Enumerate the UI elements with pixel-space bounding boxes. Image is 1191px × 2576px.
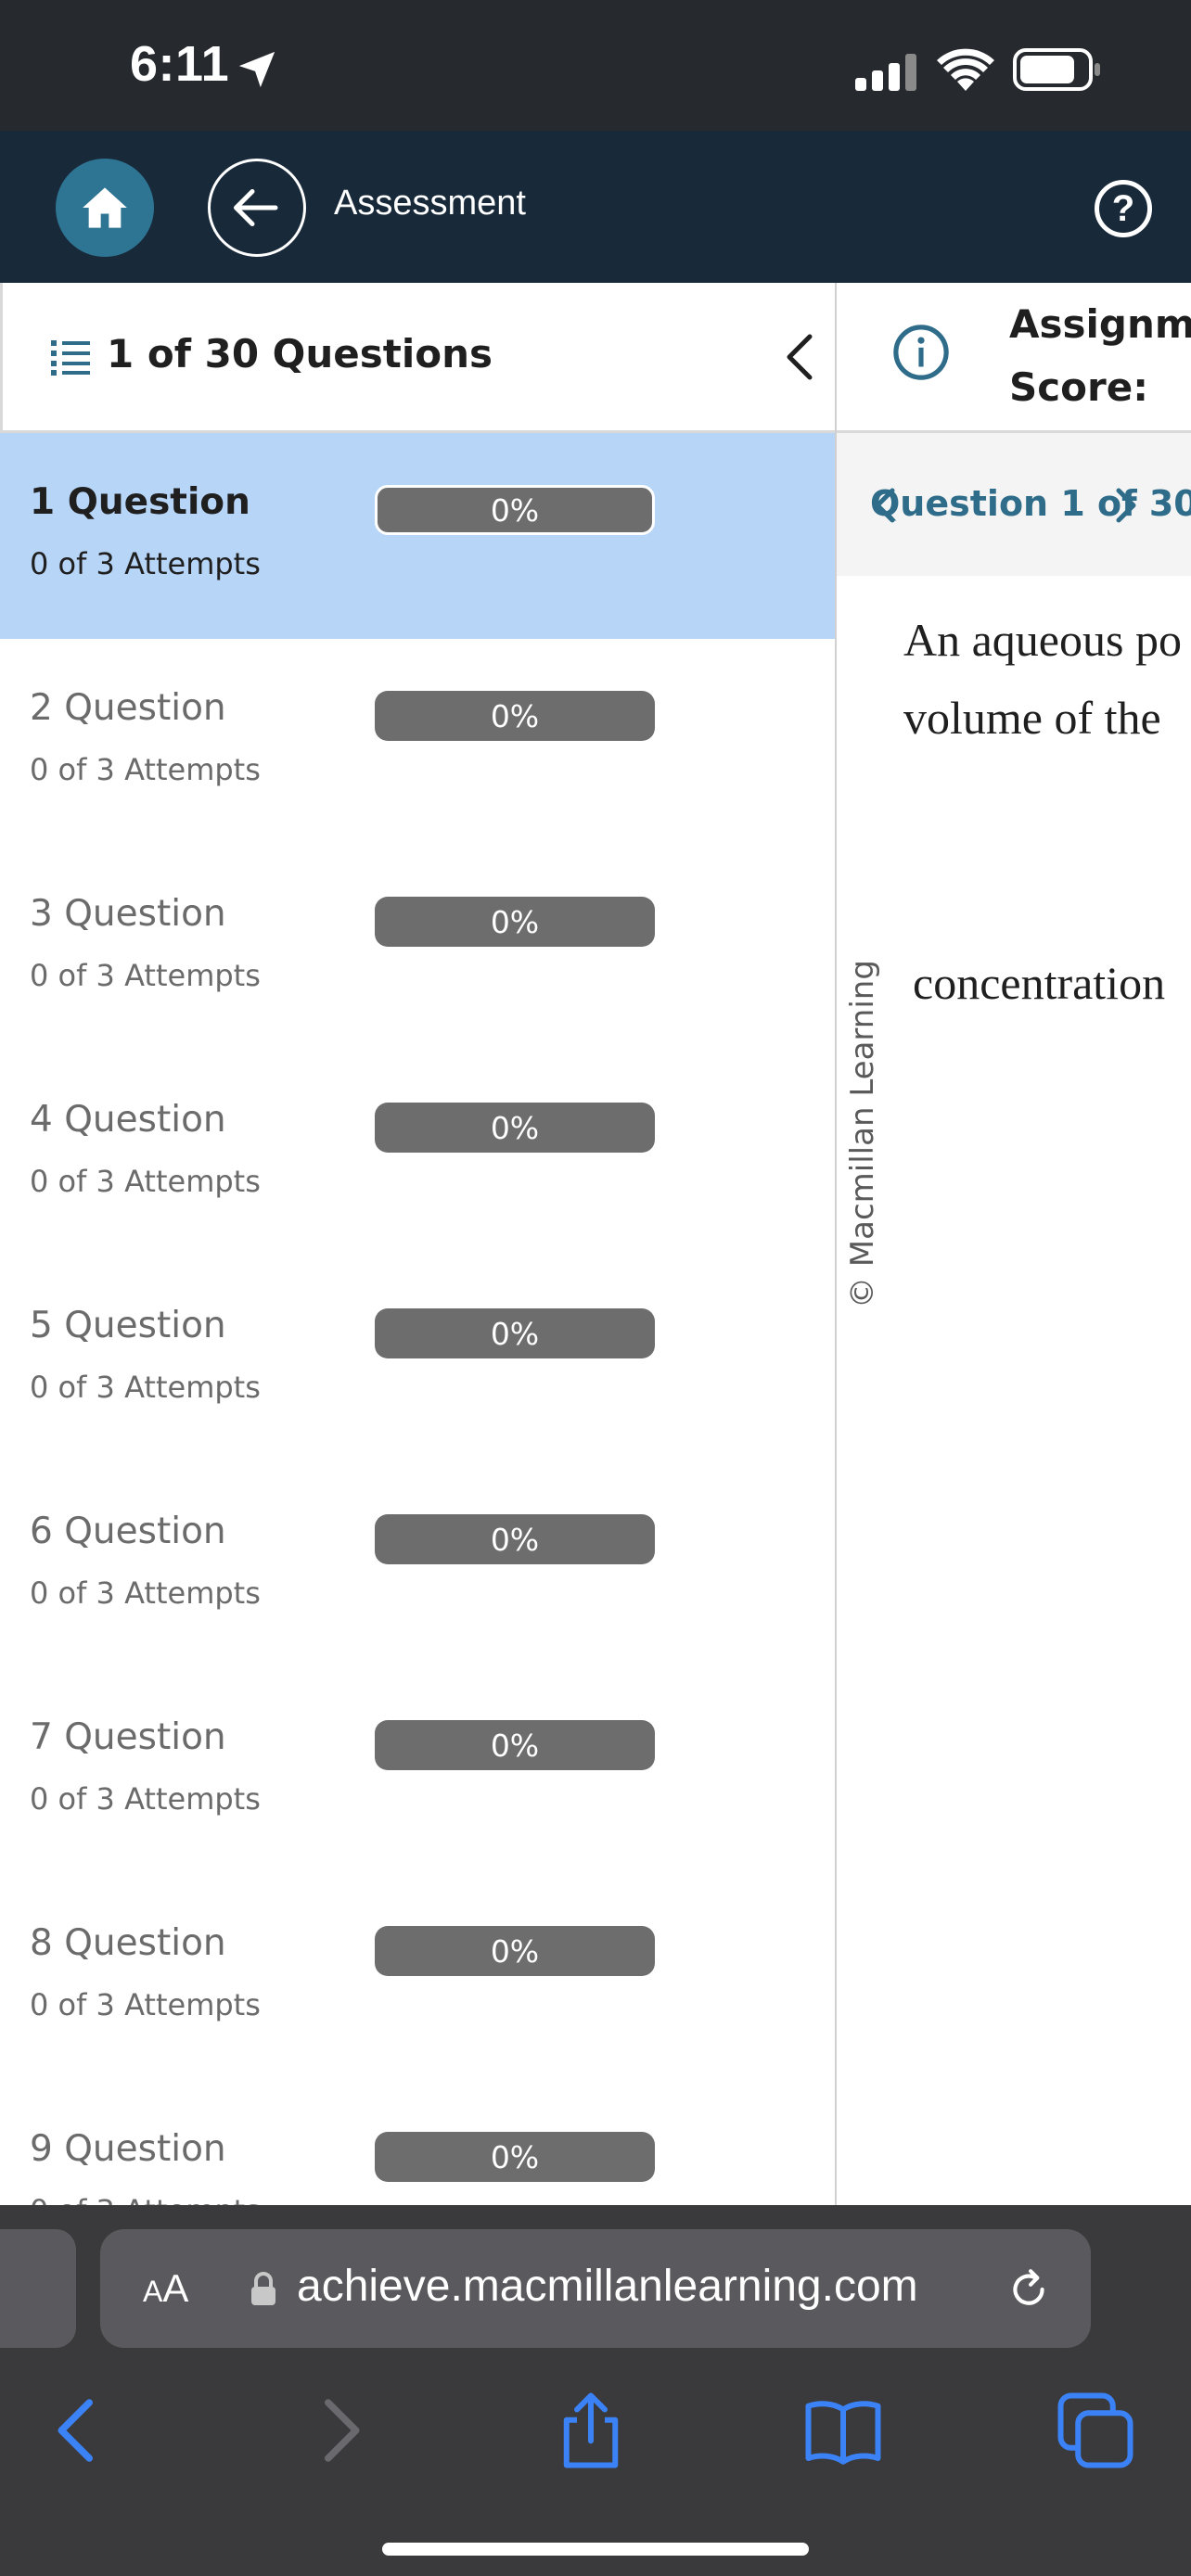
assignment-label: Assignme bbox=[1009, 301, 1191, 347]
reader-settings-button[interactable]: AA bbox=[143, 2266, 188, 2311]
progress-label: 0% bbox=[490, 491, 540, 529]
battery-icon bbox=[1013, 48, 1100, 91]
question-list-item[interactable]: 5 Question 0 of 3 Attempts 0% bbox=[0, 1256, 835, 1462]
browser-address-bar: AA achieve.macmillanlearning.com bbox=[0, 2205, 1191, 2363]
question-title: 2 Question bbox=[30, 687, 226, 729]
collapse-panel-button[interactable] bbox=[780, 331, 817, 383]
question-content-panel: Assignme Score: Question 1 of 30 © Macmi… bbox=[837, 283, 1191, 2205]
previous-tab-preview[interactable] bbox=[0, 2229, 76, 2348]
progress-label: 0% bbox=[490, 1315, 540, 1352]
location-arrow-icon bbox=[238, 51, 275, 88]
app-header: Assessment ? bbox=[0, 131, 1191, 283]
question-text-line: concentration bbox=[913, 957, 1166, 1009]
question-title: 4 Question bbox=[30, 1099, 226, 1141]
question-list-item[interactable]: 4 Question 0 of 3 Attempts 0% bbox=[0, 1051, 835, 1256]
question-title: 5 Question bbox=[30, 1305, 226, 1346]
url-field[interactable]: AA achieve.macmillanlearning.com bbox=[100, 2229, 1091, 2348]
question-progress-bar: 0% bbox=[375, 897, 655, 947]
browser-back-icon[interactable] bbox=[37, 2389, 121, 2472]
question-title: 7 Question bbox=[30, 1716, 226, 1758]
score-label: Score: bbox=[1009, 364, 1148, 410]
arrow-left-icon bbox=[234, 189, 278, 226]
copyright-text: © Macmillan Learning bbox=[844, 960, 881, 1308]
help-icon: ? bbox=[1111, 187, 1135, 229]
question-list-item[interactable]: 2 Question 0 of 3 Attempts 0% bbox=[0, 639, 835, 845]
question-progress-bar: 0% bbox=[375, 1720, 655, 1770]
browser-toolbar bbox=[0, 2363, 1191, 2576]
question-list-item[interactable]: 1 Question 0 of 3 Attempts 0% bbox=[0, 433, 835, 639]
question-list-item[interactable]: 8 Question 0 of 3 Attempts 0% bbox=[0, 1874, 835, 2080]
question-progress-bar: 0% bbox=[375, 691, 655, 741]
question-list-item[interactable]: 9 Question 0 of 3 Attempts 0% bbox=[0, 2080, 835, 2205]
cellular-signal-icon bbox=[855, 54, 916, 91]
question-text-line: An aqueous po bbox=[903, 614, 1182, 666]
question-attempts: 0 of 3 Attempts bbox=[30, 1164, 261, 1199]
bookmarks-icon[interactable] bbox=[801, 2389, 885, 2472]
question-progress-bar: 0% bbox=[375, 485, 655, 535]
question-progress-bar: 0% bbox=[375, 1103, 655, 1153]
previous-question-button[interactable] bbox=[872, 487, 896, 524]
next-question-button[interactable] bbox=[1115, 487, 1139, 524]
question-progress-bar: 0% bbox=[375, 1308, 655, 1358]
question-attempts: 0 of 3 Attempts bbox=[30, 1781, 261, 1817]
help-button[interactable]: ? bbox=[1095, 180, 1152, 237]
question-list-panel: 1 of 30 Questions 1 Question 0 of 3 Attem… bbox=[0, 283, 837, 2205]
question-attempts: 0 of 3 Attempts bbox=[30, 1370, 261, 1405]
question-attempts: 0 of 3 Attempts bbox=[30, 958, 261, 993]
question-list-item[interactable]: 7 Question 0 of 3 Attempts 0% bbox=[0, 1668, 835, 1874]
assignment-info-header: Assignme Score: bbox=[837, 283, 1191, 433]
question-progress-bar: 0% bbox=[375, 1514, 655, 1564]
question-title: 1 Question bbox=[30, 481, 250, 523]
progress-label: 0% bbox=[490, 697, 540, 734]
question-progress-bar: 0% bbox=[375, 1926, 655, 1976]
back-button[interactable] bbox=[208, 159, 306, 257]
question-title: 3 Question bbox=[30, 893, 226, 935]
question-attempts: 0 of 3 Attempts bbox=[30, 1987, 261, 2022]
question-title: 8 Question bbox=[30, 1922, 226, 1964]
progress-label: 0% bbox=[490, 1521, 540, 1558]
question-attempts: 0 of 3 Attempts bbox=[30, 546, 261, 581]
question-attempts: 0 of 3 Attempts bbox=[30, 752, 261, 787]
list-icon[interactable] bbox=[51, 338, 90, 376]
question-count: 1 of 30 Questions bbox=[107, 331, 493, 376]
progress-label: 0% bbox=[490, 1932, 540, 1970]
status-time: 6:11 bbox=[130, 36, 230, 92]
question-list-item[interactable]: 3 Question 0 of 3 Attempts 0% bbox=[0, 845, 835, 1051]
question-navigation: Question 1 of 30 bbox=[837, 433, 1191, 576]
tabs-icon[interactable] bbox=[1054, 2389, 1137, 2472]
reload-icon[interactable] bbox=[1005, 2266, 1052, 2313]
lock-icon bbox=[251, 2272, 275, 2305]
home-icon bbox=[83, 187, 127, 228]
page-title: Assessment bbox=[334, 184, 526, 223]
progress-label: 0% bbox=[490, 1727, 540, 1764]
question-progress-bar: 0% bbox=[375, 2132, 655, 2182]
url-text: achieve.macmillanlearning.com bbox=[297, 2262, 918, 2311]
question-body: © Macmillan Learning An aqueous po volum… bbox=[837, 576, 1191, 2205]
progress-label: 0% bbox=[490, 2138, 540, 2175]
question-position-label: Question 1 of 30 bbox=[870, 483, 1191, 524]
question-text-line: volume of the bbox=[903, 692, 1161, 744]
question-attempts: 0 of 3 Attempts bbox=[30, 2193, 261, 2205]
info-icon[interactable] bbox=[892, 324, 950, 381]
progress-label: 0% bbox=[490, 903, 540, 940]
status-bar: 6:11 bbox=[0, 0, 1191, 131]
browser-forward-icon[interactable] bbox=[297, 2389, 380, 2472]
question-list-item[interactable]: 6 Question 0 of 3 Attempts 0% bbox=[0, 1462, 835, 1668]
question-title: 9 Question bbox=[30, 2128, 226, 2170]
progress-label: 0% bbox=[490, 1109, 540, 1146]
home-button[interactable] bbox=[56, 159, 154, 257]
share-icon[interactable] bbox=[549, 2389, 633, 2472]
question-attempts: 0 of 3 Attempts bbox=[30, 1575, 261, 1611]
wifi-icon bbox=[937, 48, 994, 91]
home-indicator bbox=[382, 2543, 809, 2556]
question-list-header: 1 of 30 Questions bbox=[0, 283, 835, 433]
question-title: 6 Question bbox=[30, 1511, 226, 1552]
